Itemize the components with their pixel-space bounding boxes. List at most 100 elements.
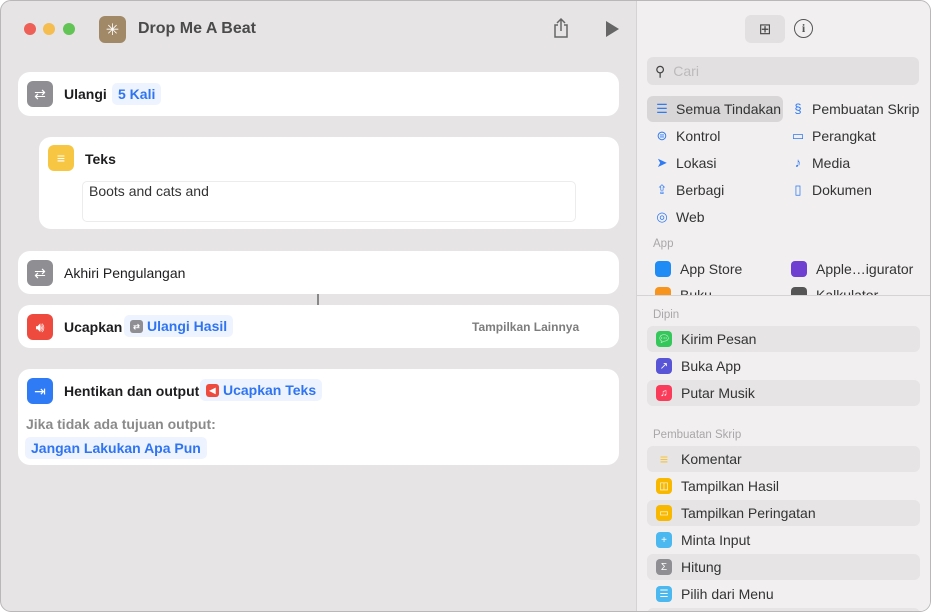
display-icon: ▭ bbox=[791, 127, 805, 143]
speak-action[interactable]: 🔊︎ Ucapkan ⇄ Ulangi Hasil Tampilkan Lainn… bbox=[18, 305, 619, 348]
variable-label: Ulangi Hasil bbox=[147, 318, 228, 334]
info-icon[interactable]: i bbox=[794, 19, 813, 38]
scripting-action[interactable]: ▭ Tampilkan Peringatan bbox=[647, 500, 920, 526]
music-note-icon: ♪ bbox=[794, 155, 802, 170]
speak-input-variable[interactable]: ⇄ Ulangi Hasil bbox=[124, 315, 234, 337]
show-more-button[interactable]: Tampilkan Lainnya bbox=[472, 320, 579, 334]
action-label: Buka App bbox=[681, 358, 741, 374]
fallback-option[interactable]: Jangan Lakukan Apa Pun bbox=[25, 437, 207, 459]
pinned-action[interactable]: ♫ Putar Musik bbox=[647, 380, 920, 406]
location-icon: ➤ bbox=[656, 154, 668, 170]
category-label: Kontrol bbox=[676, 127, 721, 144]
category-semua-tindakan[interactable]: ☰ Semua Tindakan bbox=[647, 96, 781, 121]
library-tab-button[interactable]: ⊞ bbox=[745, 15, 785, 43]
category-perangkat[interactable]: ▭ Perangkat bbox=[783, 123, 876, 148]
action-icon: Σ bbox=[656, 559, 672, 575]
fallback-value: Jangan Lakukan Apa Pun bbox=[31, 440, 201, 456]
scripting-action[interactable]: ◫ Tampilkan Hasil bbox=[647, 473, 920, 499]
list-icon: ☰ bbox=[656, 100, 668, 116]
action-icon: ▭ bbox=[656, 505, 672, 521]
category-media[interactable]: ♪ Media bbox=[783, 150, 850, 175]
section-header-scripting: Pembuatan Skrip bbox=[653, 429, 742, 441]
category-label: Web bbox=[676, 208, 705, 225]
variable-label: Ucapkan Teks bbox=[223, 382, 317, 398]
category-lokasi[interactable]: ➤ Lokasi bbox=[647, 150, 717, 175]
category-berbagi[interactable]: ⇪ Berbagi bbox=[647, 177, 725, 202]
action-label: Putar Musik bbox=[681, 385, 755, 401]
scripting-action[interactable]: ≡ Komentar bbox=[647, 446, 920, 472]
category-dokumen[interactable]: ▯ Dokumen bbox=[783, 177, 872, 202]
search-input[interactable]: ⚲ Cari bbox=[647, 57, 919, 85]
action-icon: ↗ bbox=[656, 358, 672, 374]
play-icon[interactable] bbox=[606, 21, 619, 37]
category-label: Lokasi bbox=[676, 154, 717, 171]
text-action[interactable]: ≡ Teks Boots and cats and bbox=[39, 137, 619, 229]
action-icon: ☰ bbox=[656, 586, 672, 602]
share-icon[interactable] bbox=[552, 17, 570, 39]
exit-icon: ⇥ bbox=[27, 378, 53, 404]
search-icon: ⚲ bbox=[655, 62, 666, 79]
scripting-icon: § bbox=[794, 101, 802, 116]
action-label: Pilih dari Menu bbox=[681, 586, 774, 602]
action-title: Teks bbox=[85, 151, 116, 167]
speaker-icon: 🔊︎ bbox=[27, 314, 53, 340]
share-icon: ⇪ bbox=[656, 181, 668, 197]
shortcut-icon[interactable]: ✳ bbox=[99, 16, 126, 43]
action-label: Hitung bbox=[681, 559, 722, 575]
repeat-count-label: 5 Kali bbox=[118, 86, 156, 102]
action-title: Akhiri Pengulangan bbox=[64, 265, 186, 281]
scripting-action[interactable]: Σ Hitung bbox=[647, 554, 920, 580]
search-placeholder: Cari bbox=[673, 63, 699, 79]
action-icon: ♫ bbox=[656, 385, 672, 401]
stop-input-variable[interactable]: ◀ Ucapkan Teks bbox=[200, 379, 323, 401]
category-web[interactable]: ◎ Web bbox=[647, 204, 705, 229]
category-label: Dokumen bbox=[812, 181, 872, 198]
action-icon: + bbox=[656, 532, 672, 548]
pinned-action[interactable]: ↗ Buka App bbox=[647, 353, 920, 379]
action-title: Hentikan dan output bbox=[64, 383, 200, 399]
app-icon bbox=[791, 260, 807, 277]
category-label: Pembuatan Skrip bbox=[812, 100, 920, 117]
repeat-icon: ⇄ bbox=[27, 260, 53, 286]
zoom-button[interactable] bbox=[63, 23, 75, 35]
action-label: Kirim Pesan bbox=[681, 331, 757, 347]
scripting-action-partial[interactable] bbox=[647, 608, 920, 611]
close-button[interactable] bbox=[24, 23, 36, 35]
section-header-apps: App bbox=[653, 238, 674, 250]
pinned-action[interactable]: 💬︎ Kirim Pesan bbox=[647, 326, 920, 352]
stop-output-action[interactable]: ⇥ Hentikan dan output ◀ Ucapkan Teks Jika… bbox=[18, 369, 619, 465]
scripting-action[interactable]: ☰ Pilih dari Menu bbox=[647, 581, 920, 607]
category-label: Media bbox=[812, 154, 851, 171]
window-title[interactable]: Drop Me A Beat bbox=[138, 20, 256, 38]
shortcuts-window: ✳ Drop Me A Beat ⇄ Ulangi 5 Kali ≡ Teks … bbox=[0, 0, 931, 612]
fallback-label: Jika tidak ada tujuan output: bbox=[26, 416, 216, 432]
suggestions-panel: Dipin 💬︎ Kirim Pesan ↗ Buka App ♫ Putar Musik… bbox=[637, 295, 930, 611]
repeat-count[interactable]: 5 Kali bbox=[112, 83, 162, 105]
action-label: Tampilkan Hasil bbox=[681, 478, 780, 494]
scripting-action[interactable]: + Minta Input bbox=[647, 527, 920, 553]
action-title: Ucapkan bbox=[64, 319, 123, 335]
app-label: Apple…igurator bbox=[816, 260, 914, 277]
action-title: Ulangi bbox=[64, 86, 107, 102]
end-repeat-action[interactable]: ⇄ Akhiri Pengulangan bbox=[18, 251, 619, 294]
action-icon: 💬︎ bbox=[656, 331, 672, 347]
minimize-button[interactable] bbox=[43, 23, 55, 35]
text-field[interactable]: Boots and cats and bbox=[82, 181, 576, 222]
speaker-icon: ◀ bbox=[206, 383, 219, 397]
app-item[interactable]: App Store bbox=[647, 256, 742, 281]
repeat-icon: ⇄ bbox=[130, 319, 143, 333]
connector-line bbox=[317, 294, 319, 305]
text-icon: ≡ bbox=[48, 145, 74, 171]
section-header-pinned: Dipin bbox=[653, 309, 680, 321]
compass-icon: ◎ bbox=[656, 208, 668, 224]
category-kontrol[interactable]: ⊜ Kontrol bbox=[647, 123, 721, 148]
category-pembuatan-skrip[interactable]: § Pembuatan Skrip bbox=[783, 96, 919, 121]
action-icon: ≡ bbox=[659, 451, 669, 467]
document-icon: ▯ bbox=[794, 181, 802, 197]
action-label: Minta Input bbox=[681, 532, 751, 548]
action-label: Komentar bbox=[681, 451, 742, 467]
repeat-action[interactable]: ⇄ Ulangi 5 Kali bbox=[18, 72, 619, 116]
app-label: App Store bbox=[680, 260, 743, 277]
app-icon bbox=[655, 260, 671, 277]
app-item[interactable]: Apple…igurator bbox=[783, 256, 913, 281]
